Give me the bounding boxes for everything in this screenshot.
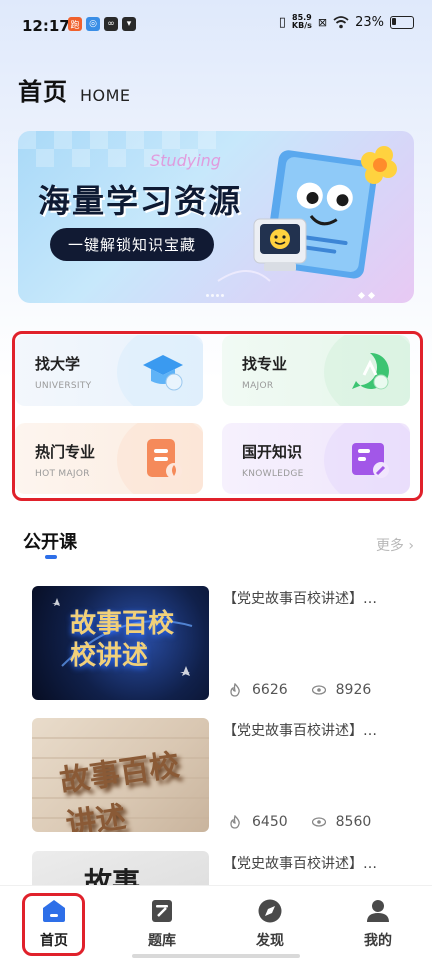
nav-home-highlight bbox=[22, 893, 85, 956]
chevron-right-icon: › bbox=[408, 538, 414, 554]
course-item[interactable]: 故事百校 校讲述 【党史故事百校讲述】… 6626 8926 bbox=[32, 586, 412, 702]
category-title: 国开知识 bbox=[242, 443, 303, 461]
course-views: 8926 bbox=[335, 682, 372, 698]
thumbnail-text: 故事百校 校讲述 bbox=[70, 609, 175, 671]
app-notification-icon: 跑 bbox=[68, 17, 82, 31]
section-underline bbox=[45, 555, 57, 559]
nav-label: 我的 bbox=[364, 933, 392, 949]
status-time: 12:17 bbox=[22, 17, 70, 35]
course-thumbnail: 故事百校讲述 bbox=[32, 718, 209, 832]
thumbnail-text: 故事 bbox=[84, 866, 141, 885]
graduation-cap-icon bbox=[143, 355, 183, 391]
flower-illustration bbox=[361, 146, 397, 184]
profile-icon bbox=[367, 900, 389, 922]
section-title: 公开课 bbox=[23, 532, 77, 553]
book-pen-icon bbox=[352, 443, 389, 478]
eye-icon bbox=[311, 685, 326, 695]
bicycle-icon bbox=[352, 352, 389, 390]
compass-icon bbox=[258, 899, 282, 923]
course-likes: 6450 bbox=[252, 814, 288, 830]
nav-label: 题库 bbox=[148, 933, 176, 949]
battery-percent: 23% bbox=[355, 14, 384, 30]
category-major[interactable]: 找专业 MAJOR bbox=[222, 335, 410, 406]
category-subtitle: MAJOR bbox=[242, 381, 274, 391]
fire-doc-icon bbox=[147, 439, 182, 479]
sim-icon: ⊠ bbox=[317, 15, 328, 29]
category-subtitle: UNIVERSITY bbox=[35, 381, 92, 391]
more-label: 更多 bbox=[375, 538, 404, 554]
page-header: 首页 HOME bbox=[18, 72, 131, 107]
home-indicator[interactable] bbox=[132, 954, 300, 958]
category-knowledge[interactable]: 国开知识 KNOWLEDGE bbox=[222, 423, 410, 494]
category-title: 找大学 bbox=[35, 355, 81, 373]
more-link[interactable]: 更多 › bbox=[376, 535, 414, 555]
category-university[interactable]: 找大学 UNIVERSITY bbox=[15, 335, 203, 406]
app-notification-icon: ▾ bbox=[122, 17, 136, 31]
course-stats: 6626 8926 bbox=[228, 682, 371, 698]
banner-title: 海量学习资源 bbox=[38, 182, 243, 220]
banner-script-text: Studying bbox=[150, 151, 221, 170]
eye-icon bbox=[311, 817, 326, 827]
promo-banner[interactable]: Studying 海量学习资源 一键解锁知识宝藏 bbox=[18, 131, 414, 303]
banner-pager bbox=[206, 294, 224, 297]
course-views: 8560 bbox=[335, 814, 372, 830]
nav-discover[interactable]: 发现 bbox=[235, 898, 305, 950]
nav-profile[interactable]: 我的 bbox=[343, 898, 413, 950]
notification-icons: 跑 ◎ ∞ ▾ bbox=[68, 17, 136, 31]
flame-icon bbox=[230, 815, 240, 829]
course-item[interactable]: 故事 【党史故事百校讲述】… bbox=[32, 851, 412, 885]
course-stats: 6450 8560 bbox=[228, 814, 371, 830]
course-title: 【党史故事百校讲述】… bbox=[223, 856, 377, 872]
course-thumbnail: 故事 bbox=[32, 851, 209, 885]
status-right: ▯ 85.9 KB/s ⊠ 23% bbox=[279, 14, 414, 30]
flame-icon bbox=[230, 683, 240, 697]
nav-label: 发现 bbox=[256, 933, 284, 949]
course-thumbnail: 故事百校 校讲述 bbox=[32, 586, 209, 700]
vibrate-icon: ▯ bbox=[278, 14, 286, 30]
app-notification-icon: ∞ bbox=[104, 17, 118, 31]
category-title: 热门专业 bbox=[35, 443, 96, 461]
question-bank-icon bbox=[152, 900, 172, 922]
course-item[interactable]: 故事百校讲述 【党史故事百校讲述】… 6450 8560 bbox=[32, 718, 412, 834]
battery-icon bbox=[390, 15, 414, 29]
banner-cta-button[interactable]: 一键解锁知识宝藏 bbox=[50, 228, 215, 261]
category-title: 找专业 bbox=[242, 355, 288, 373]
status-bar: 12:17 跑 ◎ ∞ ▾ ▯ 85.9 KB/s ⊠ 23% bbox=[0, 0, 432, 50]
category-subtitle: HOT MAJOR bbox=[35, 469, 90, 479]
app-notification-icon: ◎ bbox=[86, 17, 100, 31]
page-subtitle: HOME bbox=[80, 86, 131, 105]
banner-dots bbox=[357, 291, 376, 300]
nav-question-bank[interactable]: 题库 bbox=[127, 898, 197, 950]
network-speed: 85.9 KB/s bbox=[292, 14, 312, 30]
page-title: 首页 bbox=[18, 78, 68, 106]
course-title: 【党史故事百校讲述】… bbox=[223, 591, 377, 607]
net-speed-unit: KB/s bbox=[291, 21, 312, 30]
category-subtitle: KNOWLEDGE bbox=[242, 469, 304, 479]
wifi-icon bbox=[333, 15, 349, 28]
category-hot-major[interactable]: 热门专业 HOT MAJOR bbox=[15, 423, 203, 494]
course-title: 【党史故事百校讲述】… bbox=[223, 723, 377, 739]
course-likes: 6626 bbox=[252, 682, 288, 698]
computer-illustration bbox=[253, 218, 307, 271]
